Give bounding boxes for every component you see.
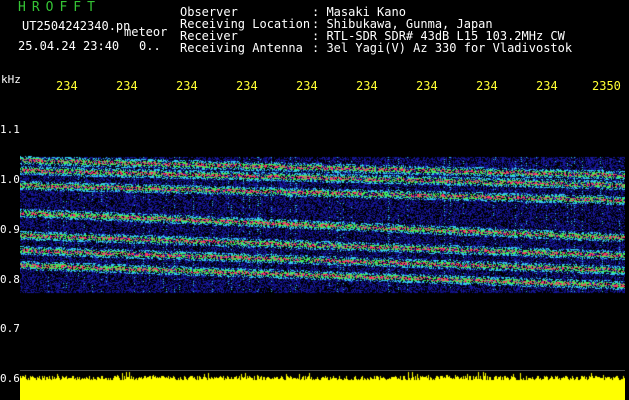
file-name: UT2504242340.pn bbox=[22, 19, 131, 33]
x-tick: 234 bbox=[56, 79, 78, 93]
y-tick: 0.8 bbox=[0, 273, 20, 286]
x-tick: 234 bbox=[536, 79, 558, 93]
y-axis-unit: kHz bbox=[1, 73, 21, 86]
x-tick: 2350 bbox=[592, 79, 621, 93]
meter-separator bbox=[20, 370, 625, 371]
x-tick: 234 bbox=[116, 79, 138, 93]
spectrogram-plot bbox=[20, 97, 625, 400]
x-tick: 234 bbox=[476, 79, 498, 93]
hrofft-window: HROFFT UT2504242340.pn meteor 25.04.24 2… bbox=[0, 0, 629, 400]
date-time: 25.04.24 23:40 bbox=[18, 39, 120, 53]
y-tick: 1.0 bbox=[0, 173, 20, 186]
waterfall-canvas bbox=[20, 97, 625, 400]
antenna-label: Receiving Antenna bbox=[180, 41, 303, 55]
y-tick: 1.1 bbox=[0, 123, 20, 136]
y-tick: 0.9 bbox=[0, 223, 20, 236]
y-tick: 0.7 bbox=[0, 322, 20, 335]
x-tick: 234 bbox=[296, 79, 318, 93]
meteor-label: meteor bbox=[124, 25, 168, 39]
x-tick: 234 bbox=[236, 79, 258, 93]
antenna-value: : 3el Yagi(V) Az 330 for Vladivostok bbox=[312, 41, 573, 55]
x-tick: 234 bbox=[176, 79, 198, 93]
meteor-count: 0.. bbox=[139, 39, 161, 53]
y-tick: 0.6 bbox=[0, 372, 20, 385]
x-tick: 234 bbox=[356, 79, 378, 93]
app-title: HROFFT bbox=[18, 0, 101, 15]
x-tick: 234 bbox=[416, 79, 438, 93]
